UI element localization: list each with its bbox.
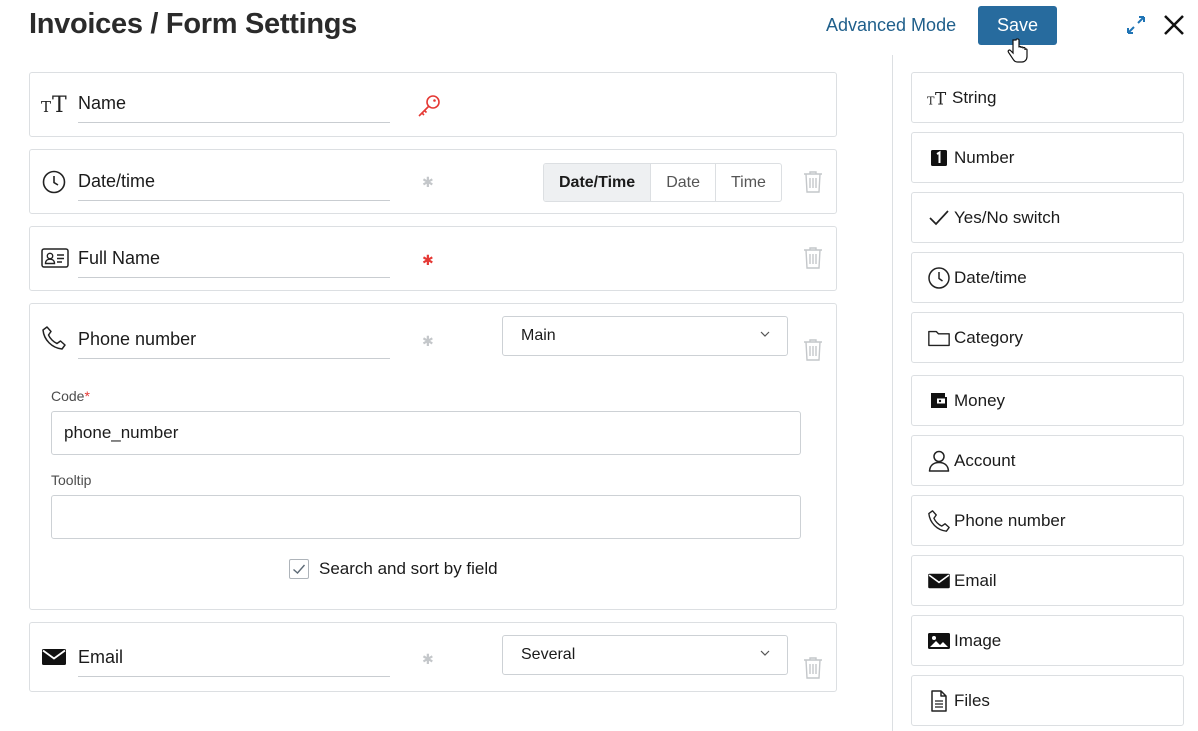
hand-cursor-icon <box>1006 38 1030 71</box>
palette-item-email[interactable]: Email <box>911 555 1184 606</box>
advanced-mode-link[interactable]: Advanced Mode <box>826 15 956 36</box>
field-name-input[interactable]: Full Name <box>78 248 390 278</box>
palette-item-money[interactable]: Money <box>911 375 1184 426</box>
required-toggle[interactable]: ✱ <box>422 174 434 191</box>
palette-label: Money <box>954 391 1006 410</box>
check-icon <box>927 206 951 230</box>
datetime-mode-switch: Date/Time Date Time <box>543 163 782 202</box>
file-icon <box>927 689 951 713</box>
field-card-fullname[interactable]: Full Name ✱ <box>29 226 837 291</box>
palette-label: Image <box>954 631 1002 650</box>
tooltip-input[interactable] <box>51 495 801 539</box>
user-icon <box>927 449 951 473</box>
select-value: Several <box>521 646 576 663</box>
code-input[interactable]: phone_number <box>51 411 801 455</box>
email-type-select[interactable]: Several <box>502 635 788 675</box>
trash-icon[interactable] <box>802 170 824 199</box>
svg-text:T: T <box>927 94 935 107</box>
envelope-icon <box>927 569 951 593</box>
svg-text:T: T <box>52 93 67 117</box>
wallet-icon <box>927 389 951 413</box>
trash-icon[interactable] <box>802 656 824 685</box>
image-icon <box>927 629 951 653</box>
field-name-input[interactable]: Name <box>78 93 390 123</box>
select-value: Main <box>521 327 556 344</box>
folder-icon <box>927 326 951 350</box>
expand-icon[interactable] <box>1125 14 1147 41</box>
field-card-name[interactable]: TT Name <box>29 72 837 137</box>
field-name-input[interactable]: Date/time <box>78 171 390 201</box>
palette-item-category[interactable]: Category <box>911 312 1184 363</box>
field-name-input[interactable]: Phone number <box>78 329 390 359</box>
mode-time-tab[interactable]: Time <box>716 164 781 201</box>
palette-item-number[interactable]: Number <box>911 132 1184 183</box>
palette-item-image[interactable]: Image <box>911 615 1184 666</box>
trash-icon[interactable] <box>802 246 824 275</box>
required-toggle[interactable]: ✱ <box>422 333 434 350</box>
string-type-icon: TT <box>927 86 951 110</box>
envelope-icon <box>41 647 67 672</box>
palette-item-yes-no-switch[interactable]: Yes/No switch <box>911 192 1184 243</box>
palette-label: Number <box>954 148 1015 167</box>
panel-divider <box>892 55 893 731</box>
string-type-icon: TT <box>41 91 71 122</box>
close-icon[interactable] <box>1161 12 1187 43</box>
palette-label: Account <box>954 451 1016 470</box>
mode-datetime-tab[interactable]: Date/Time <box>544 164 652 201</box>
field-card-datetime[interactable]: Date/time ✱ Date/Time Date Time <box>29 149 837 214</box>
required-toggle[interactable]: ✱ <box>422 252 434 269</box>
palette-label: Date/time <box>954 268 1027 287</box>
tooltip-label: Tooltip <box>51 472 92 488</box>
palette-label: Email <box>954 571 997 590</box>
palette-label: Category <box>954 328 1023 347</box>
field-card-phone[interactable]: Phone number ✱ Main Code* phone_number T… <box>29 303 837 610</box>
id-card-icon <box>41 247 69 274</box>
page-title: Invoices / Form Settings <box>29 8 357 40</box>
field-card-email[interactable]: Email ✱ Several <box>29 622 837 692</box>
key-icon <box>416 93 442 124</box>
svg-text:T: T <box>41 98 51 116</box>
palette-item-phone-number[interactable]: Phone number <box>911 495 1184 546</box>
phone-icon <box>41 325 67 356</box>
number-icon <box>927 146 951 170</box>
palette-label: Phone number <box>954 511 1066 530</box>
field-name-input[interactable]: Email <box>78 647 390 677</box>
chevron-down-icon <box>759 646 771 664</box>
palette-item-account[interactable]: Account <box>911 435 1184 486</box>
search-sort-checkbox[interactable] <box>289 559 309 579</box>
palette-label: Files <box>954 691 990 710</box>
palette-item-datetime[interactable]: Date/time <box>911 252 1184 303</box>
palette-item-files[interactable]: Files <box>911 675 1184 726</box>
trash-icon[interactable] <box>802 338 824 367</box>
mode-date-tab[interactable]: Date <box>651 164 716 201</box>
required-toggle[interactable]: ✱ <box>422 651 434 668</box>
palette-label: Yes/No switch <box>954 208 1061 227</box>
phone-type-select[interactable]: Main <box>502 316 788 356</box>
chevron-down-icon <box>759 327 771 345</box>
palette-label: String <box>952 88 997 107</box>
clock-icon <box>41 169 67 200</box>
code-label: Code* <box>51 388 90 404</box>
phone-icon <box>927 509 951 533</box>
search-sort-label: Search and sort by field <box>319 559 498 578</box>
svg-text:T: T <box>935 88 947 108</box>
palette-item-string[interactable]: TT String <box>911 72 1184 123</box>
clock-icon <box>927 266 951 290</box>
